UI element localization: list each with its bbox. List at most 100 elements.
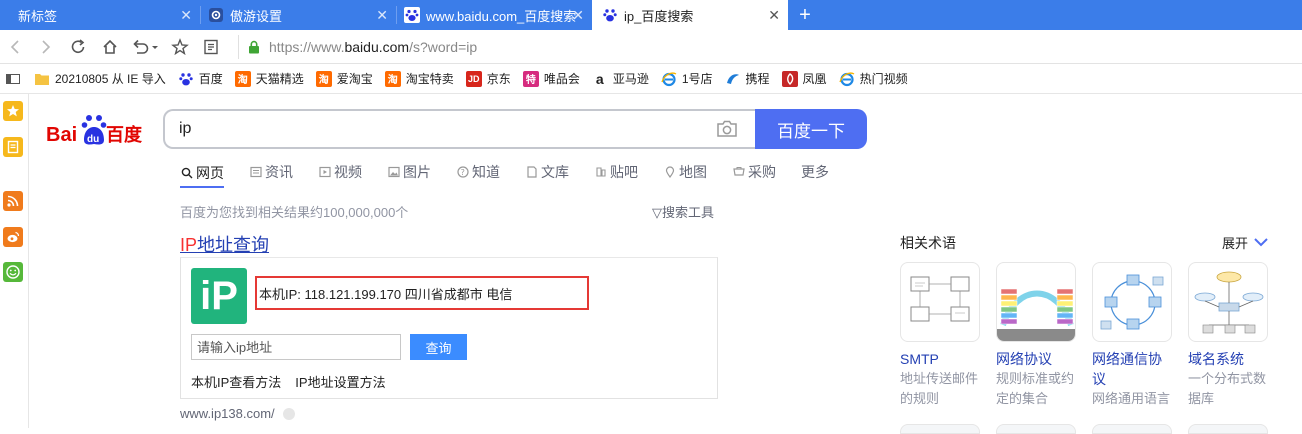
baidu-paw-icon (602, 7, 618, 23)
tab-zhidao[interactable]: ? 知道 (456, 160, 500, 184)
tab-video[interactable]: 视频 (318, 160, 362, 184)
question-icon: ? (456, 166, 469, 179)
ie-icon (661, 71, 677, 87)
purchase-icon (732, 166, 745, 179)
svg-text:百度: 百度 (106, 124, 143, 146)
tab-label: 新标签 (18, 8, 58, 24)
tab-tieba[interactable]: 贴吧 (594, 160, 638, 184)
query-button[interactable]: 查询 (410, 334, 467, 360)
address-bar[interactable]: https://www.baidu.com/s?word=ip (238, 35, 1298, 59)
related-terms-title: 相关术语 (900, 235, 956, 251)
search-button[interactable]: 百度一下 (755, 109, 867, 149)
bookmark-amazon[interactable]: a 亚马逊 (592, 70, 649, 87)
search-input[interactable]: ip (163, 109, 757, 149)
related-item-name: SMTP (900, 351, 939, 367)
close-icon[interactable]: ✕ (180, 7, 192, 23)
related-item-network-protocol[interactable]: 网络协议 规则标准或约定的集合 (996, 262, 1076, 409)
lock-icon (247, 40, 261, 54)
ifeng-icon (781, 70, 798, 87)
favorites-star-icon[interactable] (3, 101, 23, 121)
camera-icon[interactable] (716, 119, 738, 139)
bookmark-vip[interactable]: 特 唯品会 (522, 70, 580, 87)
svg-text:?: ? (460, 168, 464, 177)
star-icon[interactable] (170, 37, 190, 57)
dropdown-icon[interactable] (282, 407, 295, 420)
notes-icon[interactable] (3, 137, 23, 157)
search-tools-button[interactable]: ▽搜索工具 (652, 202, 714, 221)
tab-settings[interactable]: 傲游设置 ✕ (200, 0, 396, 30)
bookmark-taobao-sale[interactable]: 淘 淘宝特卖 (384, 70, 454, 87)
smiley-icon[interactable] (3, 262, 23, 282)
folder-icon (34, 71, 50, 87)
related-item-network-comm-protocol[interactable]: 网络通信协议 网络通用语言 (1092, 262, 1172, 409)
bookmark-aitaobao[interactable]: 淘 爱淘宝 (315, 70, 373, 87)
left-sidebar (0, 94, 29, 428)
close-icon[interactable]: ✕ (572, 7, 584, 23)
related-next-row-thumbnail (1188, 424, 1268, 434)
bookmark-ctrip[interactable]: 携程 (725, 70, 770, 87)
reload-icon[interactable] (68, 37, 88, 57)
vip-icon: 特 (522, 70, 539, 87)
link-ip-settings-method[interactable]: IP地址设置方法 (295, 372, 385, 391)
bookmark-yhd[interactable]: 1号店 (661, 70, 713, 87)
ip-lookup-card: iP 本机IP: 118.121.199.170 四川省成都市 电信 查询 本机… (180, 257, 718, 399)
jd-icon: JD (465, 70, 482, 87)
taobao-icon: 淘 (384, 70, 401, 87)
result-url[interactable]: www.ip138.com/ (180, 406, 295, 421)
bookmark-jd[interactable]: JD 京东 (465, 70, 511, 87)
tab-news[interactable]: 资讯 (249, 160, 293, 184)
bookmarks-toggle-icon[interactable] (6, 73, 20, 85)
undo-icon[interactable] (130, 37, 160, 57)
tieba-icon (594, 166, 607, 179)
ip-address-input[interactable] (191, 334, 401, 360)
close-icon[interactable]: ✕ (768, 7, 780, 23)
forward-icon[interactable] (36, 37, 56, 57)
new-tab-button[interactable]: + (792, 3, 818, 27)
bookmark-hot-video[interactable]: 热门视频 (838, 70, 908, 87)
tab-wenku[interactable]: 文库 (525, 160, 569, 184)
bookmark-ie-import[interactable]: 20210805 从 IE 导入 (34, 70, 166, 87)
related-item-desc: 规则标准或约定的集合 (996, 371, 1075, 406)
tab-webpage[interactable]: 网页 (180, 160, 224, 188)
tab-ip-search[interactable]: ip_百度搜索 ✕ (592, 0, 788, 30)
bookmark-baidu[interactable]: 百度 (178, 70, 223, 87)
taobao-icon: 淘 (234, 70, 251, 87)
link-local-ip-method[interactable]: 本机IP查看方法 (191, 372, 281, 391)
network-comm-thumbnail (1092, 262, 1172, 342)
bookmark-tmall[interactable]: 淘 天猫精选 (234, 70, 304, 87)
baidu-logo[interactable]: Bai du 百度 (46, 112, 150, 148)
tab-more[interactable]: 更多 (801, 160, 829, 184)
related-item-desc: 网络通用语言 (1092, 391, 1171, 406)
expand-button[interactable]: 展开 (1222, 233, 1268, 252)
tab-label: ip_百度搜索 (624, 8, 694, 24)
reader-icon[interactable] (201, 37, 221, 57)
ie-icon (838, 71, 855, 87)
search-tabs: 网页 资讯 视频 图片 ? 知道 文库 贴吧 地图 采购 更多 (180, 160, 854, 190)
tab-new[interactable]: 新标签 ✕ (0, 0, 200, 30)
image-icon (387, 166, 400, 179)
chevron-down-icon (1248, 235, 1268, 250)
home-icon[interactable] (100, 37, 120, 57)
dns-diagram-thumbnail (1188, 262, 1268, 342)
weibo-icon[interactable] (3, 227, 23, 247)
tab-baidu-home[interactable]: www.baidu.com_百度搜索 ✕ (396, 0, 592, 30)
back-icon[interactable] (5, 37, 25, 57)
rss-icon[interactable] (3, 191, 23, 211)
result-title-ip-lookup[interactable]: IP地址查询 (180, 231, 269, 257)
related-item-smtp[interactable]: SMTP 地址传送邮件的规则 (900, 262, 980, 409)
network-protocol-thumbnail (996, 262, 1076, 342)
news-icon (249, 166, 262, 179)
related-item-dns[interactable]: 域名系统 一个分布式数据库 (1188, 262, 1268, 409)
tab-images[interactable]: 图片 (387, 160, 431, 184)
tab-strip: 新标签 ✕ 傲游设置 ✕ www.baidu.com_百度搜索 ✕ ip_百度搜… (0, 0, 1302, 30)
tab-map[interactable]: 地图 (663, 160, 707, 184)
bookmark-ifeng[interactable]: 凤凰 (781, 70, 827, 87)
related-item-name: 网络协议 (996, 351, 1052, 367)
result-count: 百度为您找到相关结果约100,000,000个 (180, 205, 409, 220)
ctrip-icon (725, 71, 741, 87)
close-icon[interactable]: ✕ (376, 7, 388, 23)
url-text: https://www.baidu.com/s?word=ip (269, 39, 478, 55)
related-item-desc: 一个分布式数据库 (1188, 371, 1267, 406)
local-ip-info: 本机IP: 118.121.199.170 四川省成都市 电信 (255, 276, 589, 310)
tab-purchase[interactable]: 采购 (732, 160, 776, 184)
